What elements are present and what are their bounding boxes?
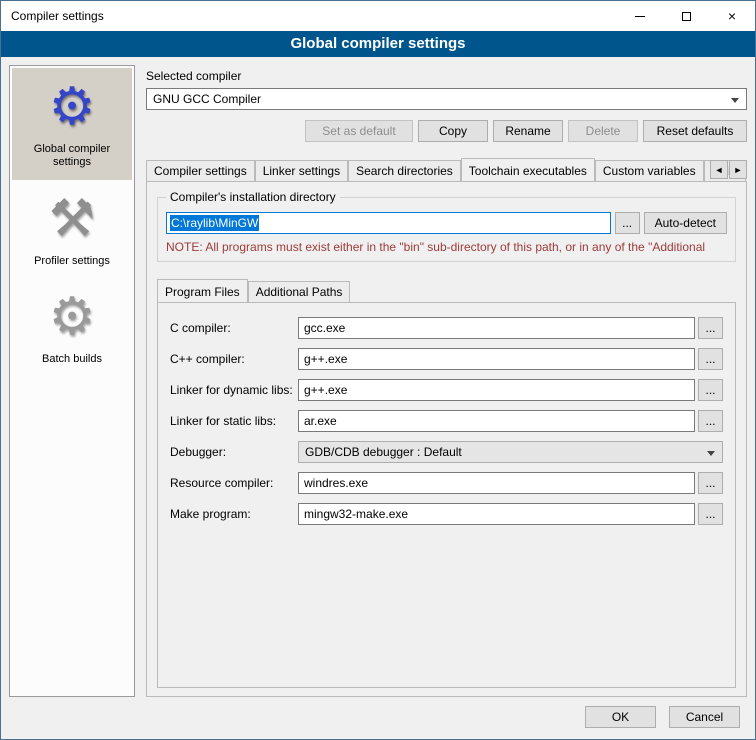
selected-compiler-dropdown[interactable]: GNU GCC Compiler <box>146 88 747 110</box>
tab-custom-variables[interactable]: Custom variables <box>595 160 704 181</box>
make-program-browse-button[interactable]: ... <box>698 503 723 525</box>
cancel-button[interactable]: Cancel <box>669 706 740 728</box>
sidebar-item-label: Global compiler settings <box>34 143 110 169</box>
cpp-compiler-value: g++.exe <box>304 352 347 366</box>
reset-defaults-button[interactable]: Reset defaults <box>643 120 747 142</box>
titlebar: Compiler settings × <box>1 1 755 31</box>
linker-dynamic-value: g++.exe <box>304 383 347 397</box>
debugger-dropdown[interactable]: GDB/CDB debugger : Default <box>298 441 723 463</box>
toolchain-executables-panel: Compiler's installation directory C:\ray… <box>146 181 747 697</box>
linker-static-input[interactable]: ar.exe <box>298 410 695 432</box>
minimize-button[interactable] <box>617 1 663 31</box>
tab-scroll-buttons: ◄ ► <box>710 160 747 179</box>
c-compiler-browse-button[interactable]: ... <box>698 317 723 339</box>
program-files-panel: C compiler: gcc.exe ... C++ compiler: g+… <box>157 302 736 688</box>
make-program-value: mingw32-make.exe <box>304 507 408 521</box>
tab-program-files[interactable]: Program Files <box>157 279 248 302</box>
profiler-tool-icon: ⚒ <box>16 192 128 247</box>
make-program-label: Make program: <box>170 507 298 521</box>
set-as-default-button[interactable]: Set as default <box>305 120 413 142</box>
blue-gear-icon: ⚙ <box>16 80 128 135</box>
program-tabbar: Program Files Additional Paths <box>157 278 736 302</box>
sidebar-item-global-compiler-settings[interactable]: ⚙ Global compiler settings <box>12 68 132 180</box>
c-compiler-value: gcc.exe <box>304 321 345 335</box>
maximize-icon <box>682 12 691 21</box>
sidebar-item-batch-builds[interactable]: ⚙ Batch builds <box>12 278 132 376</box>
close-icon: × <box>728 9 736 23</box>
cpp-compiler-label: C++ compiler: <box>170 352 298 366</box>
linker-dynamic-browse-button[interactable]: ... <box>698 379 723 401</box>
rename-button[interactable]: Rename <box>493 120 563 142</box>
selected-compiler-label: Selected compiler <box>146 69 747 83</box>
installation-directory-row: C:\raylib\MinGW ... Auto-detect <box>166 212 727 234</box>
field-row-linker-static: Linker for static libs: ar.exe ... <box>170 410 723 432</box>
compiler-actions: Set as default Copy Rename Delete Reset … <box>146 120 747 142</box>
field-row-linker-dynamic: Linker for dynamic libs: g++.exe ... <box>170 379 723 401</box>
ok-button[interactable]: OK <box>585 706 656 728</box>
copy-button[interactable]: Copy <box>418 120 488 142</box>
chevron-down-icon <box>707 451 715 456</box>
field-row-resource-compiler: Resource compiler: windres.exe ... <box>170 472 723 494</box>
dialog-body: ⚙ Global compiler settings ⚒ Profiler se… <box>1 57 755 701</box>
field-row-cpp-compiler: C++ compiler: g++.exe ... <box>170 348 723 370</box>
maximize-button[interactable] <box>663 1 709 31</box>
sidebar-item-label: Profiler settings <box>34 255 110 267</box>
cpp-compiler-input[interactable]: g++.exe <box>298 348 695 370</box>
install-dir-browse-button[interactable]: ... <box>615 212 640 234</box>
window-title: Compiler settings <box>1 9 617 23</box>
debugger-value: GDB/CDB debugger : Default <box>305 445 462 459</box>
field-row-c-compiler: C compiler: gcc.exe ... <box>170 317 723 339</box>
linker-dynamic-label: Linker for dynamic libs: <box>170 383 298 397</box>
make-program-input[interactable]: mingw32-make.exe <box>298 503 695 525</box>
tab-scroll-right-button[interactable]: ► <box>729 160 747 179</box>
sidebar-item-label: Batch builds <box>42 353 102 365</box>
field-row-debugger: Debugger: GDB/CDB debugger : Default <box>170 441 723 463</box>
delete-button[interactable]: Delete <box>568 120 638 142</box>
tab-linker-settings[interactable]: Linker settings <box>255 160 348 181</box>
resource-compiler-browse-button[interactable]: ... <box>698 472 723 494</box>
linker-static-label: Linker for static libs: <box>170 414 298 428</box>
c-compiler-input[interactable]: gcc.exe <box>298 317 695 339</box>
install-dir-value: C:\raylib\MinGW <box>170 215 259 231</box>
field-row-make-program: Make program: mingw32-make.exe ... <box>170 503 723 525</box>
sidebar: ⚙ Global compiler settings ⚒ Profiler se… <box>9 65 135 697</box>
resource-compiler-input[interactable]: windres.exe <box>298 472 695 494</box>
main-panel: Selected compiler GNU GCC Compiler Set a… <box>146 65 747 697</box>
cpp-compiler-browse-button[interactable]: ... <box>698 348 723 370</box>
linker-dynamic-input[interactable]: g++.exe <box>298 379 695 401</box>
window-controls: × <box>617 1 755 31</box>
installation-directory-group: Compiler's installation directory C:\ray… <box>157 197 736 262</box>
dialog-footer: OK Cancel <box>1 701 755 739</box>
linker-static-browse-button[interactable]: ... <box>698 410 723 432</box>
tab-additional-paths[interactable]: Additional Paths <box>248 281 351 302</box>
tab-scroll-left-button[interactable]: ◄ <box>710 160 728 179</box>
resource-compiler-label: Resource compiler: <box>170 476 298 490</box>
installation-directory-group-title: Compiler's installation directory <box>166 190 340 204</box>
tab-toolchain-executables[interactable]: Toolchain executables <box>461 158 595 181</box>
settings-tabbar: Compiler settings Linker settings Search… <box>146 157 747 181</box>
sidebar-item-profiler-settings[interactable]: ⚒ Profiler settings <box>12 180 132 278</box>
selected-compiler-value: GNU GCC Compiler <box>153 92 261 106</box>
page-title: Global compiler settings <box>1 31 755 57</box>
tab-search-directories[interactable]: Search directories <box>348 160 461 181</box>
gray-gears-icon: ⚙ <box>16 290 128 345</box>
compiler-settings-window: Compiler settings × Global compiler sett… <box>0 0 756 740</box>
chevron-down-icon <box>731 98 739 103</box>
install-dir-input[interactable]: C:\raylib\MinGW <box>166 212 611 234</box>
minimize-icon <box>635 16 645 17</box>
debugger-label: Debugger: <box>170 445 298 459</box>
auto-detect-button[interactable]: Auto-detect <box>644 212 727 234</box>
close-button[interactable]: × <box>709 1 755 31</box>
resource-compiler-value: windres.exe <box>304 476 368 490</box>
linker-static-value: ar.exe <box>304 414 337 428</box>
tab-compiler-settings[interactable]: Compiler settings <box>146 160 255 181</box>
c-compiler-label: C compiler: <box>170 321 298 335</box>
bin-subdirectory-note: NOTE: All programs must exist either in … <box>166 240 727 254</box>
